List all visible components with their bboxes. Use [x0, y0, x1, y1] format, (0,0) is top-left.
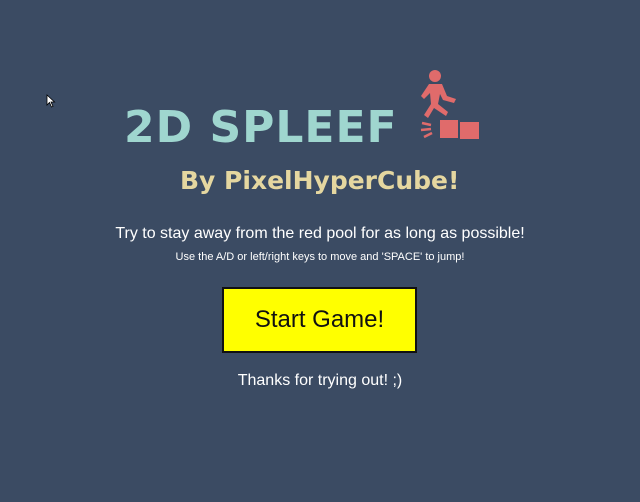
instructions-text: Try to stay away from the red pool for a…: [115, 225, 525, 242]
mouse-pointer-icon: [46, 94, 56, 108]
game-subtitle: By PixelHyperCube!: [180, 166, 460, 195]
game-title: 2D SPLEEF: [124, 102, 398, 153]
game-screen: 2D SPLEEF By PixelHyperCube! Try to stay…: [0, 0, 640, 502]
thanks-text: Thanks for trying out! ;): [237, 372, 403, 389]
controls-text: Use the A/D or left/right keys to move a…: [175, 251, 465, 263]
running-figure-on-blocks-icon: [420, 70, 479, 139]
start-game-button[interactable]: Start Game!: [222, 287, 417, 353]
